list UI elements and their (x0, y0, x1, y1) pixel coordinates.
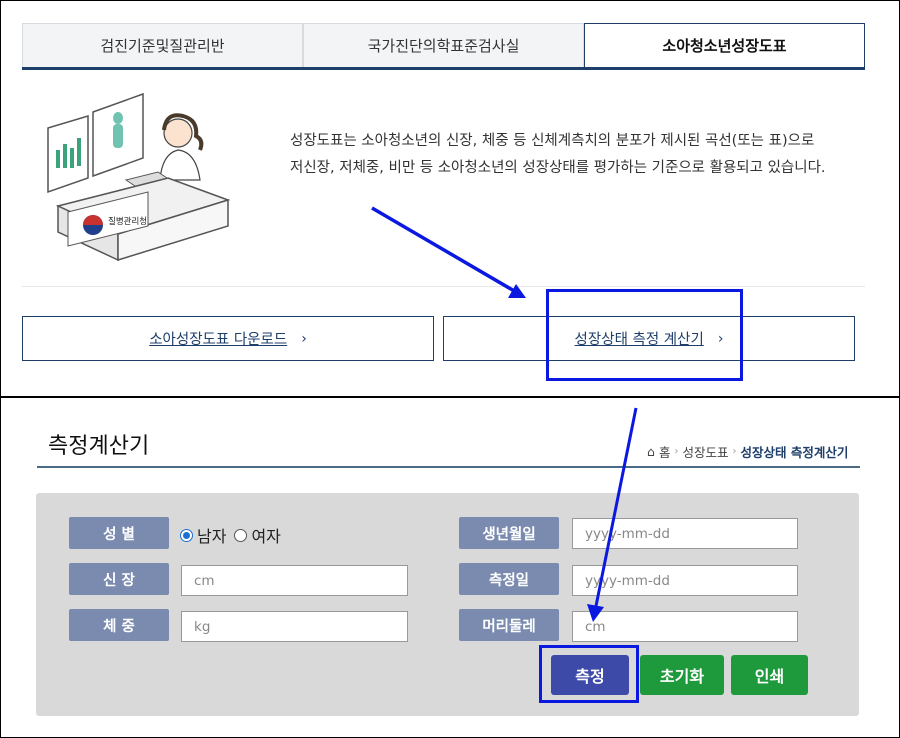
description-line-1: 성장도표는 소아청소년의 신장, 체중 등 신체계측치의 분포가 제시된 곡선(… (290, 133, 815, 149)
tab-bar: 검진기준및질관리반 국가진단의학표준검사실 소아청소년성장도표 (22, 23, 865, 70)
download-link-label: 소아성장도표 다운로드 (149, 332, 288, 348)
reset-button[interactable]: 초기화 (640, 655, 724, 695)
sex-radio-group: 남자 여자 (180, 523, 281, 547)
breadcrumb-section[interactable]: 성장도표 (682, 442, 728, 461)
operator-at-desk-illustration: 질병관리청 (47, 92, 231, 262)
tab-checkup-quality[interactable]: 검진기준및질관리반 (22, 23, 303, 67)
home-icon[interactable]: ⌂ (647, 444, 655, 459)
birth-date-label: 생년월일 (459, 517, 559, 549)
breadcrumb-separator-icon: › (674, 446, 679, 457)
tab-national-lab[interactable]: 국가진단의학표준검사실 (303, 23, 584, 67)
download-growth-chart-link[interactable]: 소아성장도표 다운로드 › (22, 316, 434, 361)
measure-date-label: 측정일 (459, 563, 559, 595)
tab-growth-chart[interactable]: 소아청소년성장도표 (584, 23, 865, 67)
description-line-2: 저신장, 저체중, 비만 등 소아청소년의 성장상태를 평가하는 기준으로 활용… (290, 160, 826, 176)
annotation-highlight-measure-button (539, 645, 639, 703)
agency-sign-text: 질병관리청 (108, 216, 147, 227)
breadcrumb-home[interactable]: 홈 (659, 442, 671, 461)
breadcrumb: ⌂ 홈 › 성장도표 › 성장상태 측정계산기 (647, 442, 848, 461)
male-radio[interactable] (180, 528, 193, 542)
birth-date-input[interactable]: yyyy-mm-dd (572, 518, 798, 549)
growth-chart-description: 성장도표는 소아청소년의 신장, 체중 등 신체계측치의 분포가 제시된 곡선(… (290, 128, 870, 182)
annotation-highlight-calculator-link (546, 289, 743, 381)
page-title: 측정계산기 (48, 434, 150, 459)
title-underline (37, 466, 860, 468)
divider (22, 286, 865, 287)
male-radio-label[interactable]: 남자 (197, 523, 226, 547)
sex-label: 성 별 (69, 517, 169, 549)
measure-date-input[interactable]: yyyy-mm-dd (572, 565, 798, 596)
breadcrumb-current: 성장상태 측정계산기 (740, 445, 849, 460)
chevron-right-icon: › (301, 330, 307, 347)
print-button[interactable]: 인쇄 (731, 655, 808, 695)
female-radio-label[interactable]: 여자 (251, 523, 280, 547)
female-radio[interactable] (234, 528, 248, 542)
weight-label: 체 중 (69, 609, 169, 641)
height-label: 신 장 (69, 563, 169, 595)
breadcrumb-separator-icon: › (732, 446, 737, 457)
weight-input[interactable]: kg (181, 611, 408, 642)
head-circumference-label: 머리둘레 (459, 609, 559, 641)
height-input[interactable]: cm (181, 565, 408, 596)
head-circumference-input[interactable]: cm (572, 611, 798, 642)
